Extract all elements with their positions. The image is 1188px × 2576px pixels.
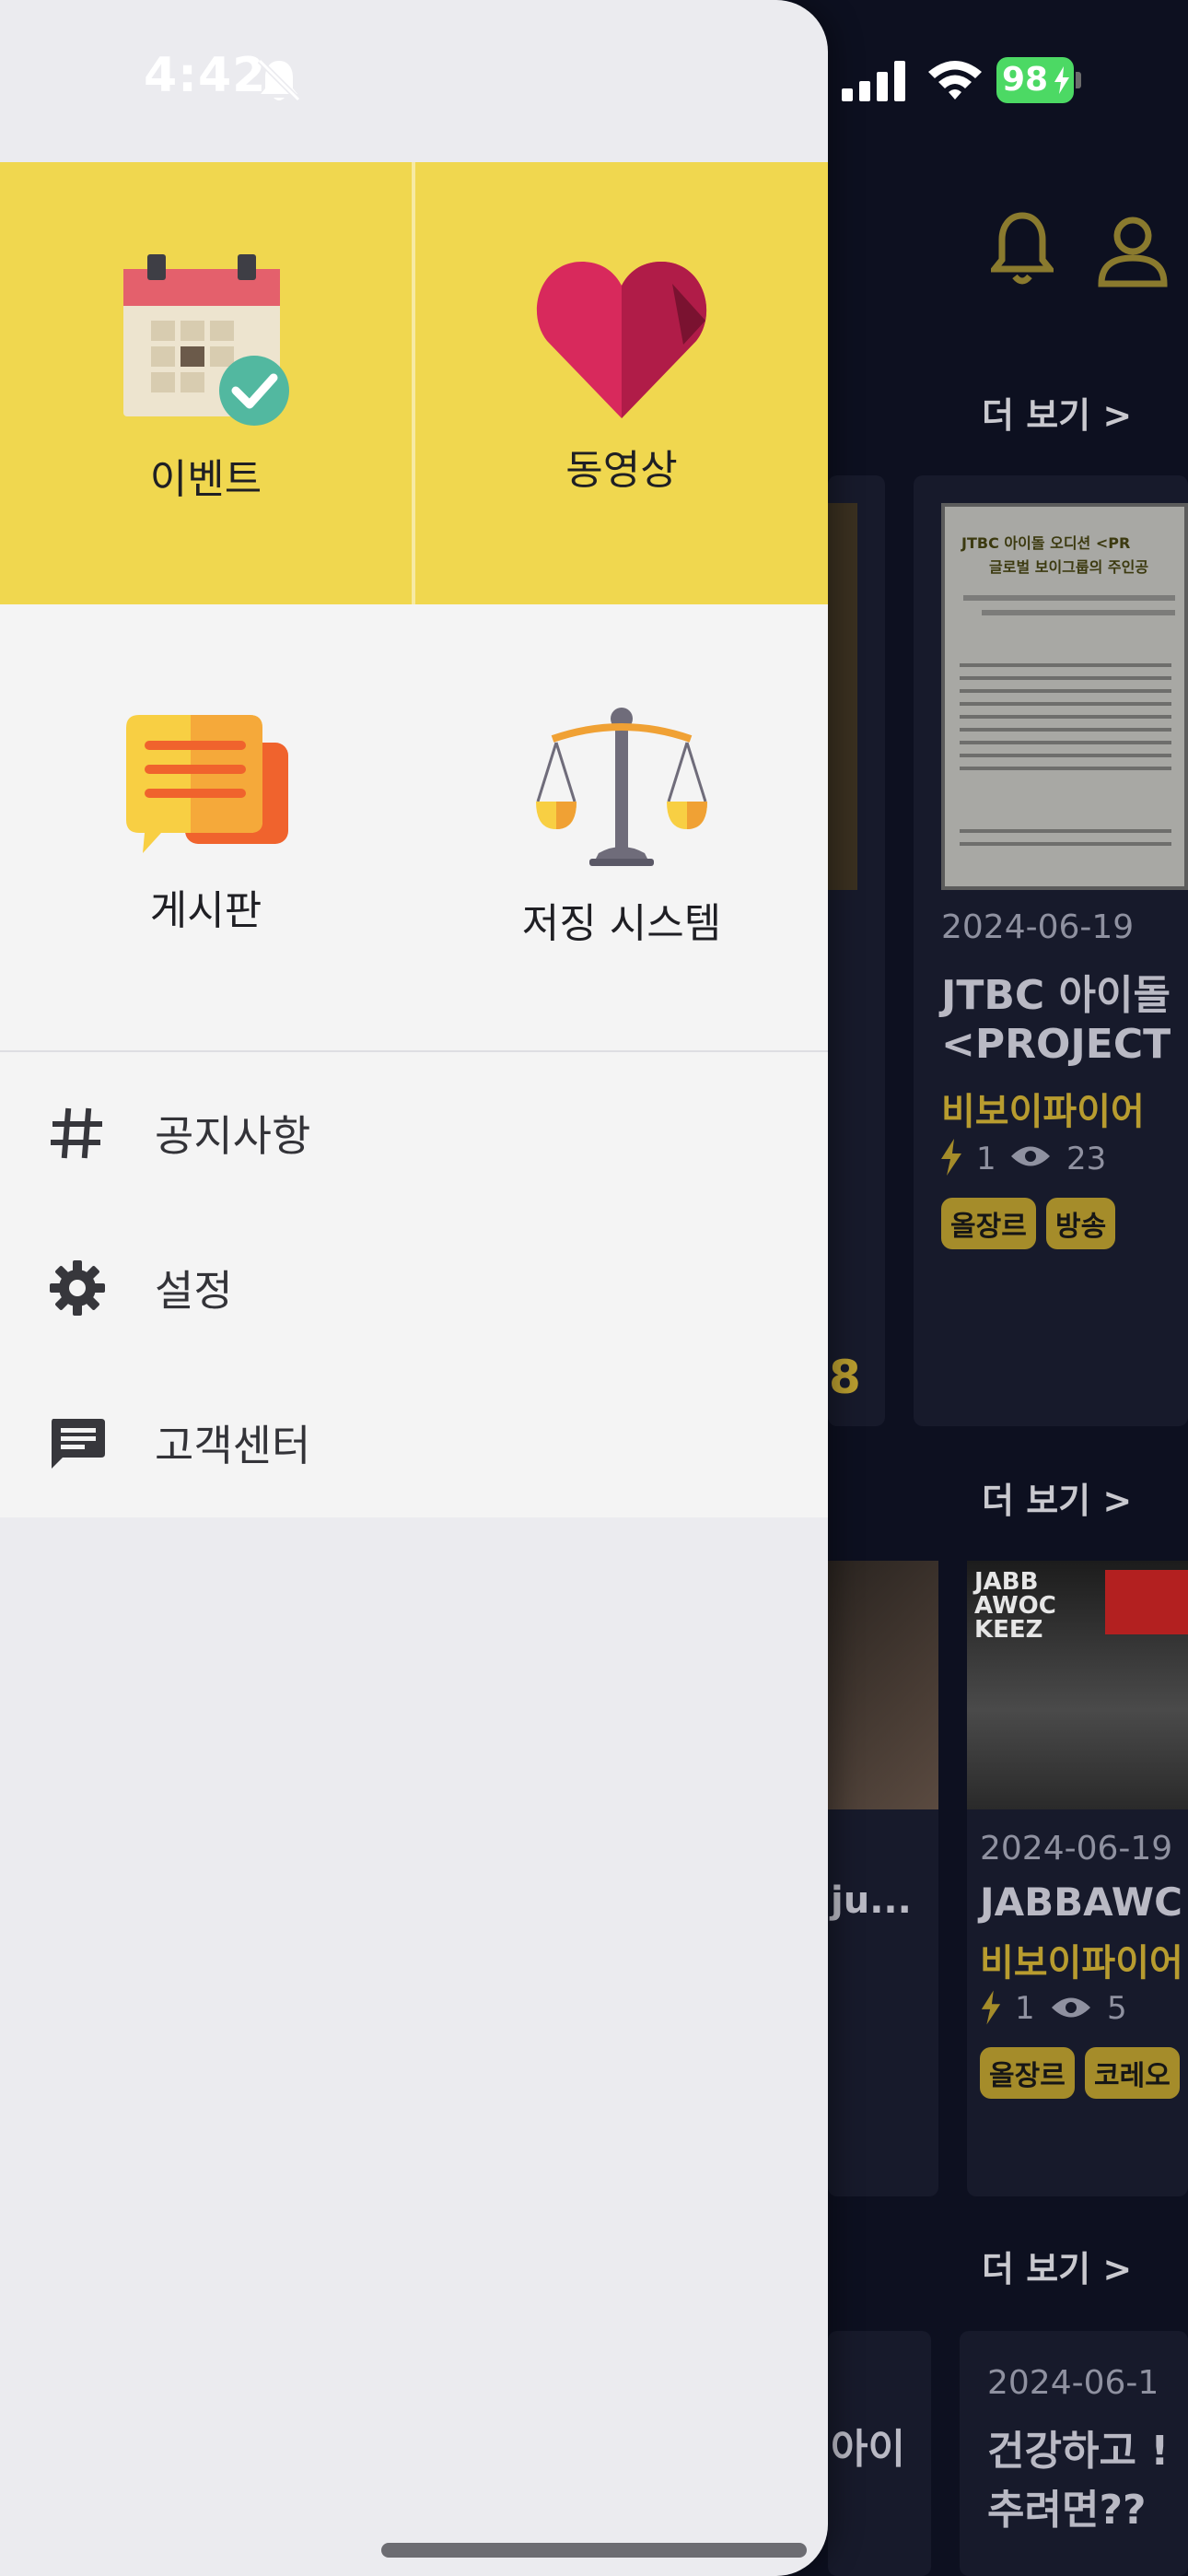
card1-title-line1: JTBC 아이돌: [941, 972, 1171, 1019]
more-link-2[interactable]: 더 보기 >: [982, 1472, 1132, 1523]
card1-poster-title: JTBC 아이돌 오디션 <PR: [961, 534, 1131, 552]
card3-title-line2: 추려면??: [987, 2487, 1147, 2534]
card1-poster-sub: 글로벌 보이그룹의 주인공: [989, 558, 1149, 576]
wifi-icon: [928, 61, 982, 100]
cellular-signal-icon: [842, 61, 905, 101]
menu-item-notice-label: 공지사항: [155, 1111, 311, 1161]
calendar-check-icon: [122, 254, 289, 426]
menu-item-settings-label: 설정: [155, 1266, 233, 1316]
chat-bubbles-icon: [125, 715, 288, 853]
card3-date: 2024-06-1: [987, 2364, 1159, 2402]
tile-board[interactable]: 게시판: [0, 604, 412, 1050]
card1-author: 비보이파이어: [941, 1091, 1145, 1133]
card2-poster-text: JABB AWOC KEEZ: [974, 1568, 1056, 1644]
card3-title-line1: 건강하고 !: [987, 2428, 1170, 2475]
partial-text: ju...: [831, 1879, 912, 1922]
heart-icon: [536, 262, 707, 418]
card2-likes: 1: [1015, 1990, 1035, 2027]
tile-video[interactable]: 동영상: [415, 162, 828, 604]
menu-item-support-label: 고객센터: [155, 1421, 311, 1470]
battery-indicator: 98: [996, 57, 1081, 103]
eye-icon-2: [1052, 1997, 1090, 2018]
profile-icon[interactable]: [1096, 214, 1170, 287]
hash-icon: [51, 1107, 102, 1159]
bg-poster-partial: [828, 503, 857, 890]
card2-title: JABBAWC: [980, 1879, 1182, 1925]
menu-item-notice[interactable]: 공지사항: [0, 1060, 828, 1207]
menu-item-settings[interactable]: 설정: [0, 1214, 828, 1362]
side-drawer: 이벤트 동영상 게시판 저징 시스템 공지사항 설정 고객센터: [0, 0, 828, 2576]
menu-item-support[interactable]: 고객센터: [0, 1369, 828, 1516]
bolt-icon-2: [981, 1990, 1001, 2025]
status-time: 4:42: [144, 48, 267, 103]
status-bar: 4:42 98: [0, 0, 1188, 162]
gear-icon: [50, 1260, 105, 1316]
partial-number: 8: [829, 1351, 861, 1404]
home-indicator[interactable]: [381, 2543, 807, 2558]
battery-level: 98: [1002, 61, 1049, 99]
card1-poster: JTBC 아이돌 오디션 <PR 글로벌 보이그룹의 주인공: [941, 503, 1188, 890]
bell-off-icon: [257, 58, 301, 102]
charging-bolt-icon: [1054, 66, 1069, 94]
card2-poster: JABB AWOC KEEZ: [967, 1561, 1188, 1809]
bolt-icon: [941, 1139, 961, 1176]
card2-author: 비보이파이어: [980, 1942, 1183, 1985]
card1-tag-2: 방송: [1046, 1198, 1116, 1249]
card1-date: 2024-06-19: [941, 908, 1135, 946]
tile-video-label: 동영상: [565, 447, 678, 494]
card2-tag-1: 올장르: [980, 2047, 1075, 2099]
scales-icon: [536, 708, 707, 866]
tile-event-label: 이벤트: [149, 456, 262, 503]
more-link-1[interactable]: 더 보기 >: [982, 387, 1132, 438]
card2-views: 5: [1107, 1990, 1127, 2027]
tile-board-label: 게시판: [149, 887, 262, 934]
drawer-menu: 공지사항 설정 고객센터: [0, 1052, 828, 1517]
card1-title-line2: <PROJECT: [941, 1021, 1171, 1068]
tile-judging-label: 저징 시스템: [521, 900, 722, 947]
notification-bell-icon[interactable]: [991, 210, 1054, 286]
message-icon: [52, 1419, 105, 1469]
eye-icon: [1011, 1146, 1050, 1166]
partial-text-2: 아이: [831, 2426, 905, 2473]
card2-date: 2024-06-19: [980, 1830, 1173, 1868]
card1-tag-1: 올장르: [941, 1198, 1036, 1249]
more-link-3[interactable]: 더 보기 >: [982, 2241, 1132, 2291]
card1-views: 23: [1066, 1141, 1107, 1177]
card1-likes: 1: [976, 1141, 996, 1177]
tile-judging[interactable]: 저징 시스템: [415, 604, 828, 1050]
tile-event[interactable]: 이벤트: [0, 162, 412, 604]
partial-image-2: [828, 1561, 938, 1809]
card2-tag-2: 코레오: [1085, 2047, 1180, 2099]
